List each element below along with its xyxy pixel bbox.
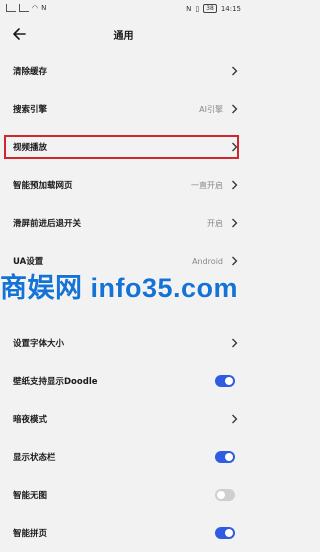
battery-icon: 38 bbox=[203, 4, 217, 13]
header: 通用 bbox=[0, 18, 247, 52]
status-left: ◠ N bbox=[6, 4, 46, 12]
toggle-switch[interactable] bbox=[215, 527, 235, 539]
vibrate-icon: ▯ bbox=[195, 4, 200, 13]
settings-row[interactable]: 滑屏前进后退开关 开启 bbox=[0, 204, 247, 242]
chevron-right-icon bbox=[232, 218, 238, 228]
chevron-right-icon bbox=[232, 256, 238, 266]
settings-row[interactable]: 设置字体大小 bbox=[0, 324, 247, 362]
settings-row-label: 智能无图 bbox=[13, 491, 48, 501]
toggle-knob bbox=[225, 377, 233, 385]
chevron-right-icon bbox=[232, 104, 238, 114]
settings-row-label: 搜索引擎 bbox=[13, 105, 48, 115]
settings-row-label: 暗夜模式 bbox=[13, 415, 48, 425]
settings-row-label: 清除缓存 bbox=[13, 67, 48, 77]
settings-row-value: 一直开启 bbox=[191, 180, 223, 190]
settings-row[interactable]: 显示状态栏 bbox=[0, 438, 247, 476]
settings-row[interactable]: 清除缓存 bbox=[0, 52, 247, 90]
signal-icon bbox=[6, 4, 16, 12]
settings-row-label: 智能拼页 bbox=[13, 529, 48, 539]
status-left-text: N bbox=[41, 4, 47, 12]
settings-list: 清除缓存 搜索引擎 AI引擎 视频播放 智能预加载网页 一直开启 滑屏前进后退开关 开启 UA设… bbox=[0, 52, 247, 552]
chevron-right-icon bbox=[232, 180, 238, 190]
settings-row-label: 设置字体大小 bbox=[13, 339, 65, 349]
settings-row-label: 壁纸支持显示Doodle bbox=[13, 377, 98, 387]
toggle-knob bbox=[217, 491, 225, 499]
settings-row bbox=[0, 280, 247, 324]
settings-row-value: AI引擎 bbox=[199, 104, 223, 114]
settings-row-label: UA设置 bbox=[13, 257, 44, 267]
settings-row-label: 显示状态栏 bbox=[13, 453, 56, 463]
settings-row[interactable]: 智能无图 bbox=[0, 476, 247, 514]
toggle-switch[interactable] bbox=[215, 451, 235, 463]
status-right: N ▯ 38 14:15 bbox=[186, 4, 241, 13]
settings-row-label: 智能预加载网页 bbox=[13, 181, 73, 191]
toggle-knob bbox=[225, 529, 233, 537]
toggle-switch[interactable] bbox=[215, 375, 235, 387]
toggle-switch[interactable] bbox=[215, 489, 235, 501]
nfc-icon: N bbox=[186, 4, 192, 13]
chevron-right-icon bbox=[232, 66, 238, 76]
chevron-right-icon bbox=[232, 414, 238, 424]
signal-icon-2 bbox=[19, 4, 29, 12]
highlight-box bbox=[4, 135, 239, 159]
settings-row[interactable]: 壁纸支持显示Doodle bbox=[0, 362, 247, 400]
settings-row[interactable]: 暗夜模式 bbox=[0, 400, 247, 438]
toggle-knob bbox=[225, 453, 233, 461]
settings-row[interactable]: 搜索引擎 AI引擎 bbox=[0, 90, 247, 128]
status-bar: ◠ N N ▯ 38 14:15 bbox=[0, 0, 247, 18]
settings-row[interactable]: UA设置 Android bbox=[0, 242, 247, 280]
settings-row[interactable]: 智能预加载网页 一直开启 bbox=[0, 166, 247, 204]
wifi-icon: ◠ bbox=[32, 4, 39, 12]
settings-row-label: 滑屏前进后退开关 bbox=[13, 219, 82, 229]
page-title: 通用 bbox=[113, 31, 134, 42]
chevron-right-icon bbox=[232, 338, 238, 348]
settings-row-value: Android bbox=[192, 256, 223, 266]
settings-row-value: 开启 bbox=[207, 218, 223, 228]
clock: 14:15 bbox=[220, 4, 241, 13]
settings-row[interactable]: 智能拼页 bbox=[0, 514, 247, 552]
